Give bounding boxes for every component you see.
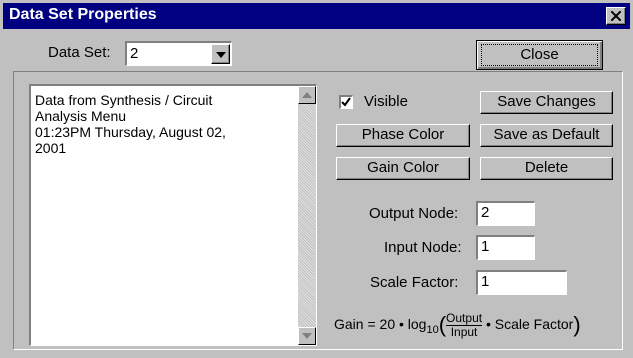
delete-label: Delete bbox=[524, 159, 569, 176]
formula-prefix: Gain = 20 • log bbox=[334, 316, 427, 333]
scroll-down-button[interactable] bbox=[298, 327, 316, 345]
gain-color-label: Gain Color bbox=[367, 159, 439, 176]
dataset-label: Data Set: bbox=[48, 44, 111, 61]
vertical-scrollbar[interactable] bbox=[298, 86, 316, 345]
scroll-up-button[interactable] bbox=[298, 86, 316, 104]
title-bar: Data Set Properties bbox=[3, 3, 630, 29]
phase-color-button[interactable]: Phase Color bbox=[336, 124, 470, 147]
dataset-select[interactable]: 2 bbox=[125, 41, 232, 66]
phase-color-label: Phase Color bbox=[361, 126, 445, 143]
dataset-dropdown-button[interactable] bbox=[211, 44, 230, 64]
output-node-value: 2 bbox=[481, 204, 490, 221]
input-node-label: Input Node: bbox=[384, 239, 462, 256]
close-icon bbox=[611, 11, 621, 21]
formula-fraction: Output Input bbox=[446, 311, 483, 339]
formula-numerator: Output bbox=[446, 311, 483, 326]
description-line: Data from Synthesis / Circuit bbox=[35, 92, 213, 108]
formula-close-paren: ) bbox=[573, 312, 581, 338]
scale-factor-label: Scale Factor: bbox=[370, 274, 459, 291]
dialog-window: Data Set Properties Data Set: 2 Close Da… bbox=[0, 0, 633, 358]
description-text: Data from Synthesis / Circuit Analysis M… bbox=[35, 92, 290, 156]
input-node-value: 1 bbox=[481, 238, 490, 255]
scale-factor-value: 1 bbox=[481, 273, 490, 290]
save-changes-button[interactable]: Save Changes bbox=[480, 91, 613, 114]
formula-denominator: Input bbox=[450, 325, 478, 339]
arrow-up-icon bbox=[302, 92, 312, 98]
description-line: 01:23PM Thursday, August 02, bbox=[35, 124, 226, 140]
properties-panel: Data from Synthesis / Circuit Analysis M… bbox=[13, 71, 623, 350]
output-node-label: Output Node: bbox=[369, 205, 459, 222]
close-button[interactable]: Close bbox=[476, 40, 603, 70]
formula-log-base: 10 bbox=[426, 324, 439, 336]
scale-factor-input[interactable]: 1 bbox=[476, 270, 567, 295]
window-title: Data Set Properties bbox=[9, 6, 157, 23]
output-node-input[interactable]: 2 bbox=[476, 201, 535, 226]
save-changes-label: Save Changes bbox=[497, 93, 596, 110]
visible-checkbox[interactable] bbox=[339, 95, 353, 109]
checkmark-icon bbox=[341, 97, 351, 107]
delete-button[interactable]: Delete bbox=[480, 157, 613, 180]
description-line: Analysis Menu bbox=[35, 108, 127, 124]
formula-open-paren: ( bbox=[438, 312, 447, 338]
gain-formula: Gain = 20 • log10(Output Input • Scale Fa… bbox=[334, 312, 581, 339]
description-textarea[interactable]: Data from Synthesis / Circuit Analysis M… bbox=[29, 84, 317, 346]
visible-label: Visible bbox=[364, 93, 408, 110]
save-as-default-button[interactable]: Save as Default bbox=[480, 124, 613, 147]
dataset-value: 2 bbox=[130, 45, 139, 62]
input-node-input[interactable]: 1 bbox=[476, 235, 535, 260]
close-window-button[interactable] bbox=[606, 7, 626, 25]
arrow-down-icon bbox=[302, 333, 312, 339]
save-as-default-label: Save as Default bbox=[493, 126, 600, 143]
gain-color-button[interactable]: Gain Color bbox=[336, 157, 470, 180]
chevron-down-icon bbox=[216, 52, 226, 58]
close-button-focus bbox=[481, 44, 598, 66]
formula-suffix: • Scale Factor bbox=[485, 316, 574, 333]
description-line: 2001 bbox=[35, 140, 67, 156]
